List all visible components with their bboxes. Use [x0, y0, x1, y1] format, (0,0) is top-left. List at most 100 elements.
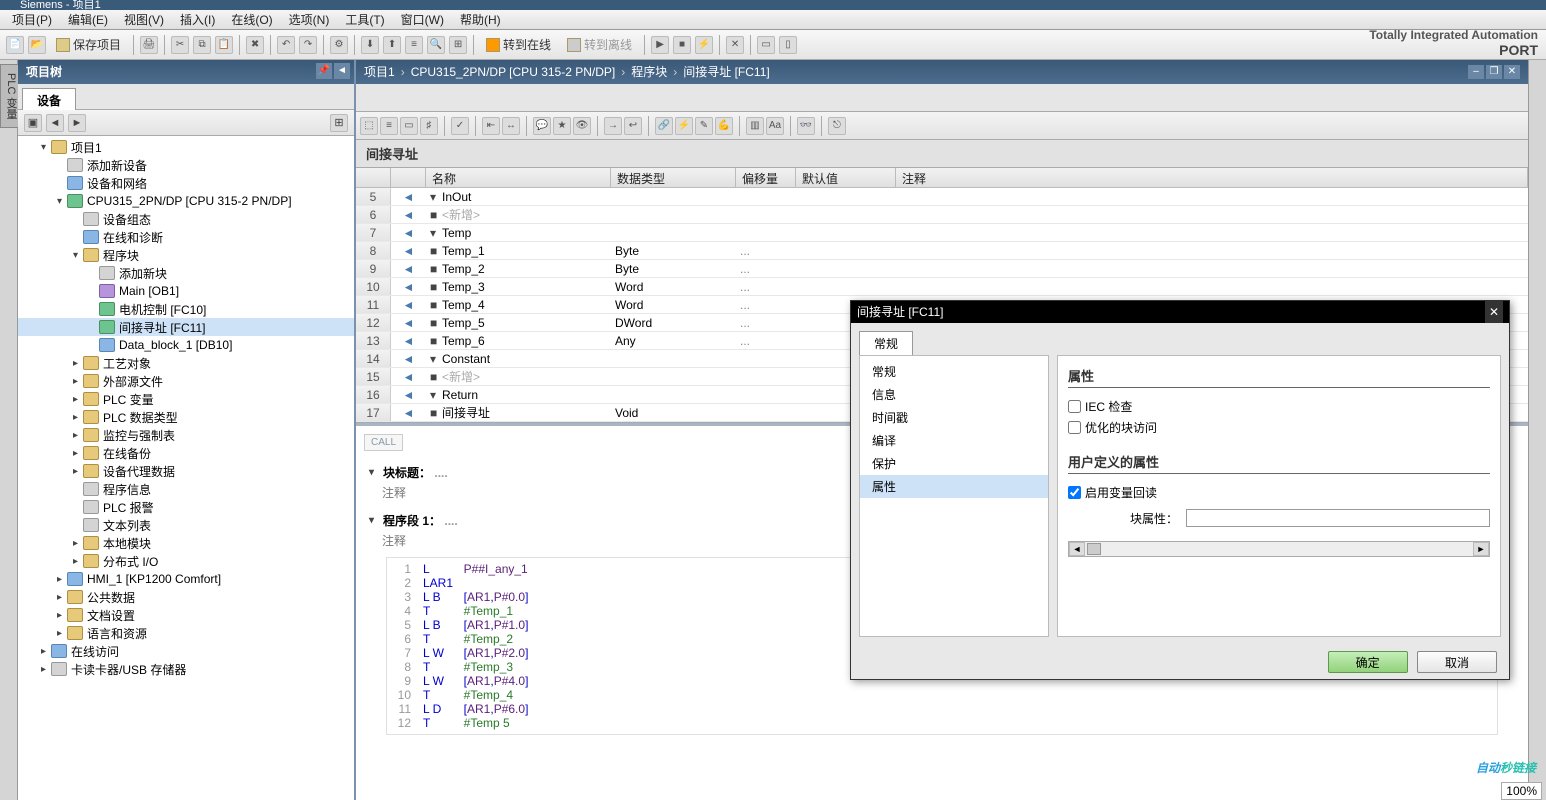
- breadcrumb-item[interactable]: 程序块: [631, 60, 667, 84]
- tree-item[interactable]: PLC 报警: [18, 498, 354, 516]
- align-left-icon[interactable]: ⇤: [482, 117, 500, 135]
- go-online2-icon[interactable]: 🔗: [655, 117, 673, 135]
- nav-back-icon[interactable]: ◄: [46, 114, 64, 132]
- tree-item[interactable]: 卡读卡器/USB 存储器: [18, 660, 354, 678]
- tree-item[interactable]: 文本列表: [18, 516, 354, 534]
- copy-icon[interactable]: ⧉: [193, 36, 211, 54]
- menu-item[interactable]: 选项(N): [281, 9, 338, 30]
- block-attr-input[interactable]: [1186, 509, 1490, 527]
- table-row[interactable]: 9■Temp_2Byte...: [356, 260, 1528, 278]
- stl-icon[interactable]: ♯: [420, 117, 438, 135]
- menu-item[interactable]: 窗口(W): [393, 9, 452, 30]
- download-icon[interactable]: ⬇: [361, 36, 379, 54]
- breadcrumb-item[interactable]: 间接寻址 [FC11]: [683, 60, 769, 84]
- tree-item[interactable]: 在线和诊断: [18, 228, 354, 246]
- insert-network-icon[interactable]: ⬚: [360, 117, 378, 135]
- readback-checkbox[interactable]: [1068, 486, 1081, 499]
- menu-item[interactable]: 项目(P): [4, 9, 60, 30]
- tree-item[interactable]: PLC 数据类型: [18, 408, 354, 426]
- search-icon[interactable]: 🔍: [427, 36, 445, 54]
- upload-icon[interactable]: ⬆: [383, 36, 401, 54]
- lad-icon[interactable]: ≡: [380, 117, 398, 135]
- tree-item[interactable]: 程序信息: [18, 480, 354, 498]
- table-row[interactable]: 8■Temp_1Byte...: [356, 242, 1528, 260]
- glasses-icon[interactable]: 👓: [797, 117, 815, 135]
- menu-item[interactable]: 在线(O): [223, 9, 280, 30]
- code-line[interactable]: 11L D [ AR1 , P#6.0 ]: [391, 702, 1493, 716]
- tree-item[interactable]: 程序块: [18, 246, 354, 264]
- nav-fwd-icon[interactable]: ►: [68, 114, 86, 132]
- tree-item[interactable]: 文档设置: [18, 606, 354, 624]
- dialog-nav-item[interactable]: 保护: [860, 452, 1048, 475]
- dialog-nav-item[interactable]: 属性: [860, 475, 1048, 498]
- menu-item[interactable]: 视图(V): [116, 9, 172, 30]
- tree-item[interactable]: 语言和资源: [18, 624, 354, 642]
- tree-item[interactable]: 在线访问: [18, 642, 354, 660]
- dialog-nav-item[interactable]: 编译: [860, 429, 1048, 452]
- pin-icon[interactable]: 📌: [316, 63, 332, 79]
- menu-item[interactable]: 工具(T): [337, 9, 392, 30]
- new-project-icon[interactable]: 📄: [6, 36, 24, 54]
- cut-icon[interactable]: ✂: [171, 36, 189, 54]
- monitor-icon[interactable]: 👁: [573, 117, 591, 135]
- tree-settings-icon[interactable]: ⊞: [330, 114, 348, 132]
- dialog-nav-item[interactable]: 常规: [860, 360, 1048, 383]
- tree-item[interactable]: 本地模块: [18, 534, 354, 552]
- code-line[interactable]: 12T #Temp 5: [391, 716, 1493, 730]
- tree-item[interactable]: Data_block_1 [DB10]: [18, 336, 354, 354]
- ok-button[interactable]: 确定: [1328, 651, 1408, 673]
- enable-icon[interactable]: ✓: [451, 117, 469, 135]
- tree-item[interactable]: 设备代理数据: [18, 462, 354, 480]
- tree-item[interactable]: CPU315_2PN/DP [CPU 315-2 PN/DP]: [18, 192, 354, 210]
- dialog-nav-item[interactable]: 信息: [860, 383, 1048, 406]
- save-button[interactable]: 保存项目: [50, 34, 127, 55]
- paste-icon[interactable]: 📋: [215, 36, 233, 54]
- align-center-icon[interactable]: ↔: [502, 117, 520, 135]
- tree-item[interactable]: 添加新设备: [18, 156, 354, 174]
- breadcrumb-item[interactable]: CPU315_2PN/DP [CPU 315-2 PN/DP]: [411, 60, 616, 84]
- compare-icon[interactable]: ≡: [405, 36, 423, 54]
- close-xref-icon[interactable]: ✕: [726, 36, 744, 54]
- comment-icon[interactable]: 💬: [533, 117, 551, 135]
- dialog-nav-item[interactable]: 时间戳: [860, 406, 1048, 429]
- wrap-icon[interactable]: ↩: [624, 117, 642, 135]
- tree-item[interactable]: 在线备份: [18, 444, 354, 462]
- code-line[interactable]: 10T #Temp_4: [391, 688, 1493, 702]
- menu-item[interactable]: 编辑(E): [60, 9, 116, 30]
- project-tree[interactable]: 项目1添加新设备设备和网络CPU315_2PN/DP [CPU 315-2 PN…: [18, 136, 354, 800]
- start-cpu-icon[interactable]: ▶: [651, 36, 669, 54]
- dialog-title[interactable]: 间接寻址 [FC11] ✕: [851, 301, 1509, 323]
- tree-item[interactable]: 设备和网络: [18, 174, 354, 192]
- tree-item[interactable]: 分布式 I/O: [18, 552, 354, 570]
- table-row[interactable]: 5▾InOut: [356, 188, 1528, 206]
- exit-icon[interactable]: ⎋: [828, 117, 846, 135]
- tree-item[interactable]: 添加新块: [18, 264, 354, 282]
- tree-item[interactable]: 外部源文件: [18, 372, 354, 390]
- split-v-icon[interactable]: ▯: [779, 36, 797, 54]
- force2-icon[interactable]: 💪: [715, 117, 733, 135]
- window-control-icon[interactable]: ❐: [1486, 65, 1502, 79]
- tree-item[interactable]: PLC 变量: [18, 390, 354, 408]
- force-icon[interactable]: ⚡: [695, 36, 713, 54]
- view-icon[interactable]: ▥: [746, 117, 764, 135]
- menu-item[interactable]: 插入(I): [172, 9, 223, 30]
- window-control-icon[interactable]: –: [1468, 65, 1484, 79]
- table-row[interactable]: 7▾Temp: [356, 224, 1528, 242]
- cross-ref-icon[interactable]: ⊞: [449, 36, 467, 54]
- redo-icon[interactable]: ↷: [299, 36, 317, 54]
- open-project-icon[interactable]: 📂: [28, 36, 46, 54]
- format-icon[interactable]: Aa: [766, 117, 784, 135]
- compile-icon[interactable]: ⚙: [330, 36, 348, 54]
- dialog-tab-general[interactable]: 常规: [859, 331, 913, 355]
- iec-check-checkbox[interactable]: [1068, 400, 1081, 413]
- modify-icon[interactable]: ✎: [695, 117, 713, 135]
- breadcrumb-item[interactable]: 项目1: [364, 60, 395, 84]
- menu-item[interactable]: 帮助(H): [452, 9, 509, 30]
- tree-item[interactable]: 工艺对象: [18, 354, 354, 372]
- table-row[interactable]: 6■<新增>: [356, 206, 1528, 224]
- optimized-access-checkbox[interactable]: [1068, 421, 1081, 434]
- expand-icon[interactable]: ◄: [334, 63, 350, 79]
- dialog-hscroll[interactable]: ◄►: [1068, 541, 1490, 557]
- fbd-icon[interactable]: ▭: [400, 117, 418, 135]
- print-icon[interactable]: 🖨: [140, 36, 158, 54]
